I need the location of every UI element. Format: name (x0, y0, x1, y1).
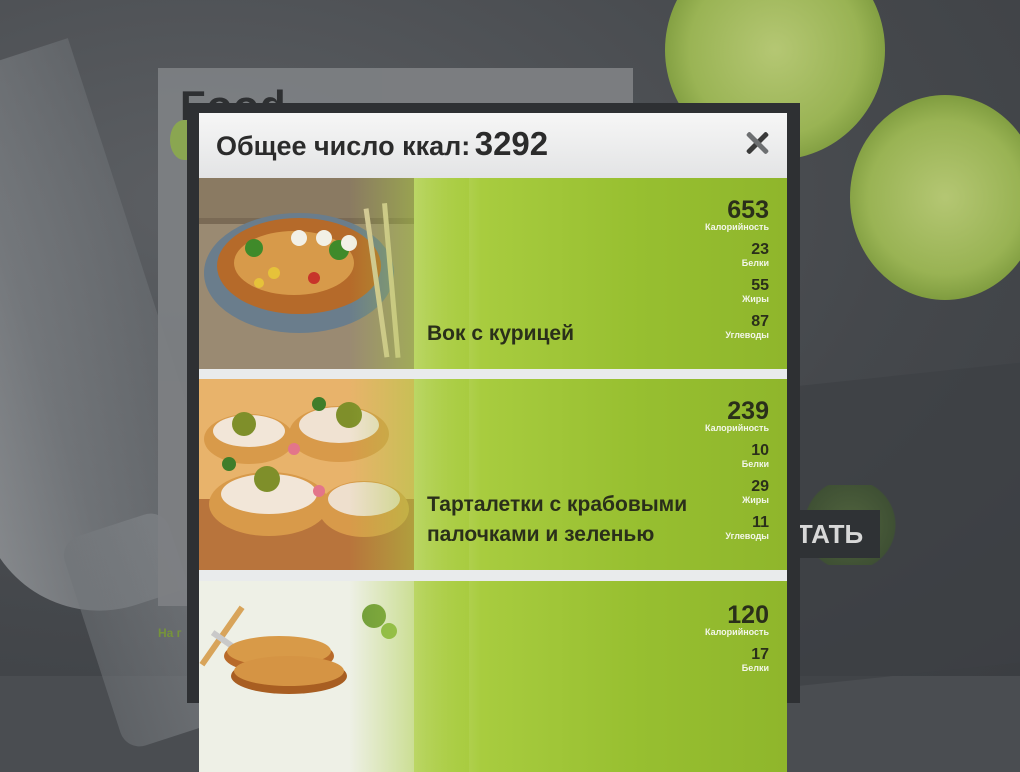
modal-title: Общее число ккал: 3292 (216, 125, 548, 163)
protein-value: 17 (751, 646, 769, 663)
carbs-value: 87 (751, 313, 769, 330)
dish-name: Тарталетки с крабовыми палочками и зелен… (427, 493, 688, 546)
calories-label: Калорийность (704, 627, 769, 637)
total-kcal-value: 3292 (474, 125, 549, 162)
nutrition-stats: 653 Калорийность 23 Белки 55 Жиры 87 Угл… (704, 196, 769, 341)
photo-fade (349, 581, 469, 772)
nutrition-stats: 239 Калорийность 10 Белки 29 Жиры 11 Угл… (704, 397, 769, 542)
carbs-label: Углеводы (725, 531, 769, 541)
dish-name: Вок с курицей (427, 322, 574, 345)
calories-value: 653 (727, 196, 769, 224)
carbs-label: Углеводы (725, 330, 769, 340)
nutrition-stats: 120 Калорийность 17 Белки (704, 601, 769, 674)
total-kcal-label: Общее число ккал: (216, 131, 471, 161)
dish-card[interactable]: Вок с курицей 653 Калорийность 23 Белки … (199, 178, 787, 369)
calories-value: 239 (727, 397, 769, 425)
calories-label: Калорийность (704, 423, 769, 433)
protein-label: Белки (741, 459, 769, 469)
fat-value: 55 (751, 277, 769, 294)
fat-value: 29 (751, 478, 769, 495)
protein-label: Белки (741, 663, 769, 673)
dish-card[interactable]: Тарталетки с крабовыми палочками и зелен… (199, 379, 787, 570)
background-footer-text: На г (158, 626, 182, 640)
calories-value: 120 (727, 601, 769, 629)
fat-label: Жиры (742, 495, 769, 505)
calories-label: Калорийность (704, 222, 769, 232)
close-icon[interactable] (742, 128, 772, 158)
calorie-modal: Общее число ккал: 3292 Вок с курицей 653… (199, 113, 787, 772)
protein-value: 23 (751, 241, 769, 258)
fat-label: Жиры (742, 294, 769, 304)
protein-label: Белки (741, 258, 769, 268)
protein-value: 10 (751, 442, 769, 459)
dish-card[interactable]: 120 Калорийность 17 Белки (199, 581, 787, 772)
modal-header: Общее число ккал: 3292 (199, 113, 787, 178)
carbs-value: 11 (752, 514, 769, 531)
